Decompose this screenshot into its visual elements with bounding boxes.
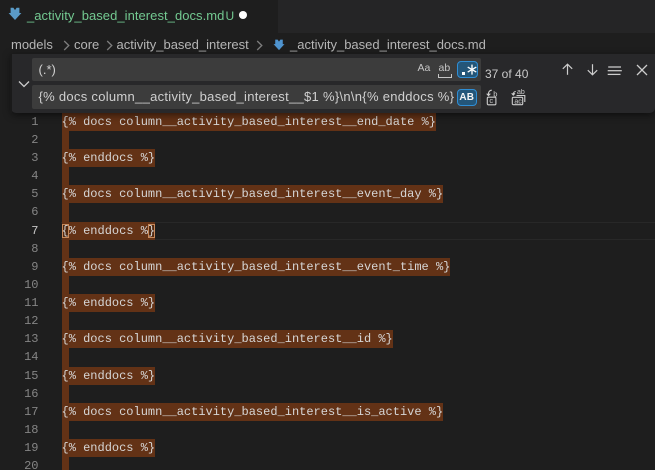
svg-text:ab: ab <box>517 89 525 96</box>
svg-text:b: b <box>493 89 497 98</box>
svg-text:ac: ac <box>514 98 522 105</box>
svg-text:c: c <box>489 96 493 105</box>
